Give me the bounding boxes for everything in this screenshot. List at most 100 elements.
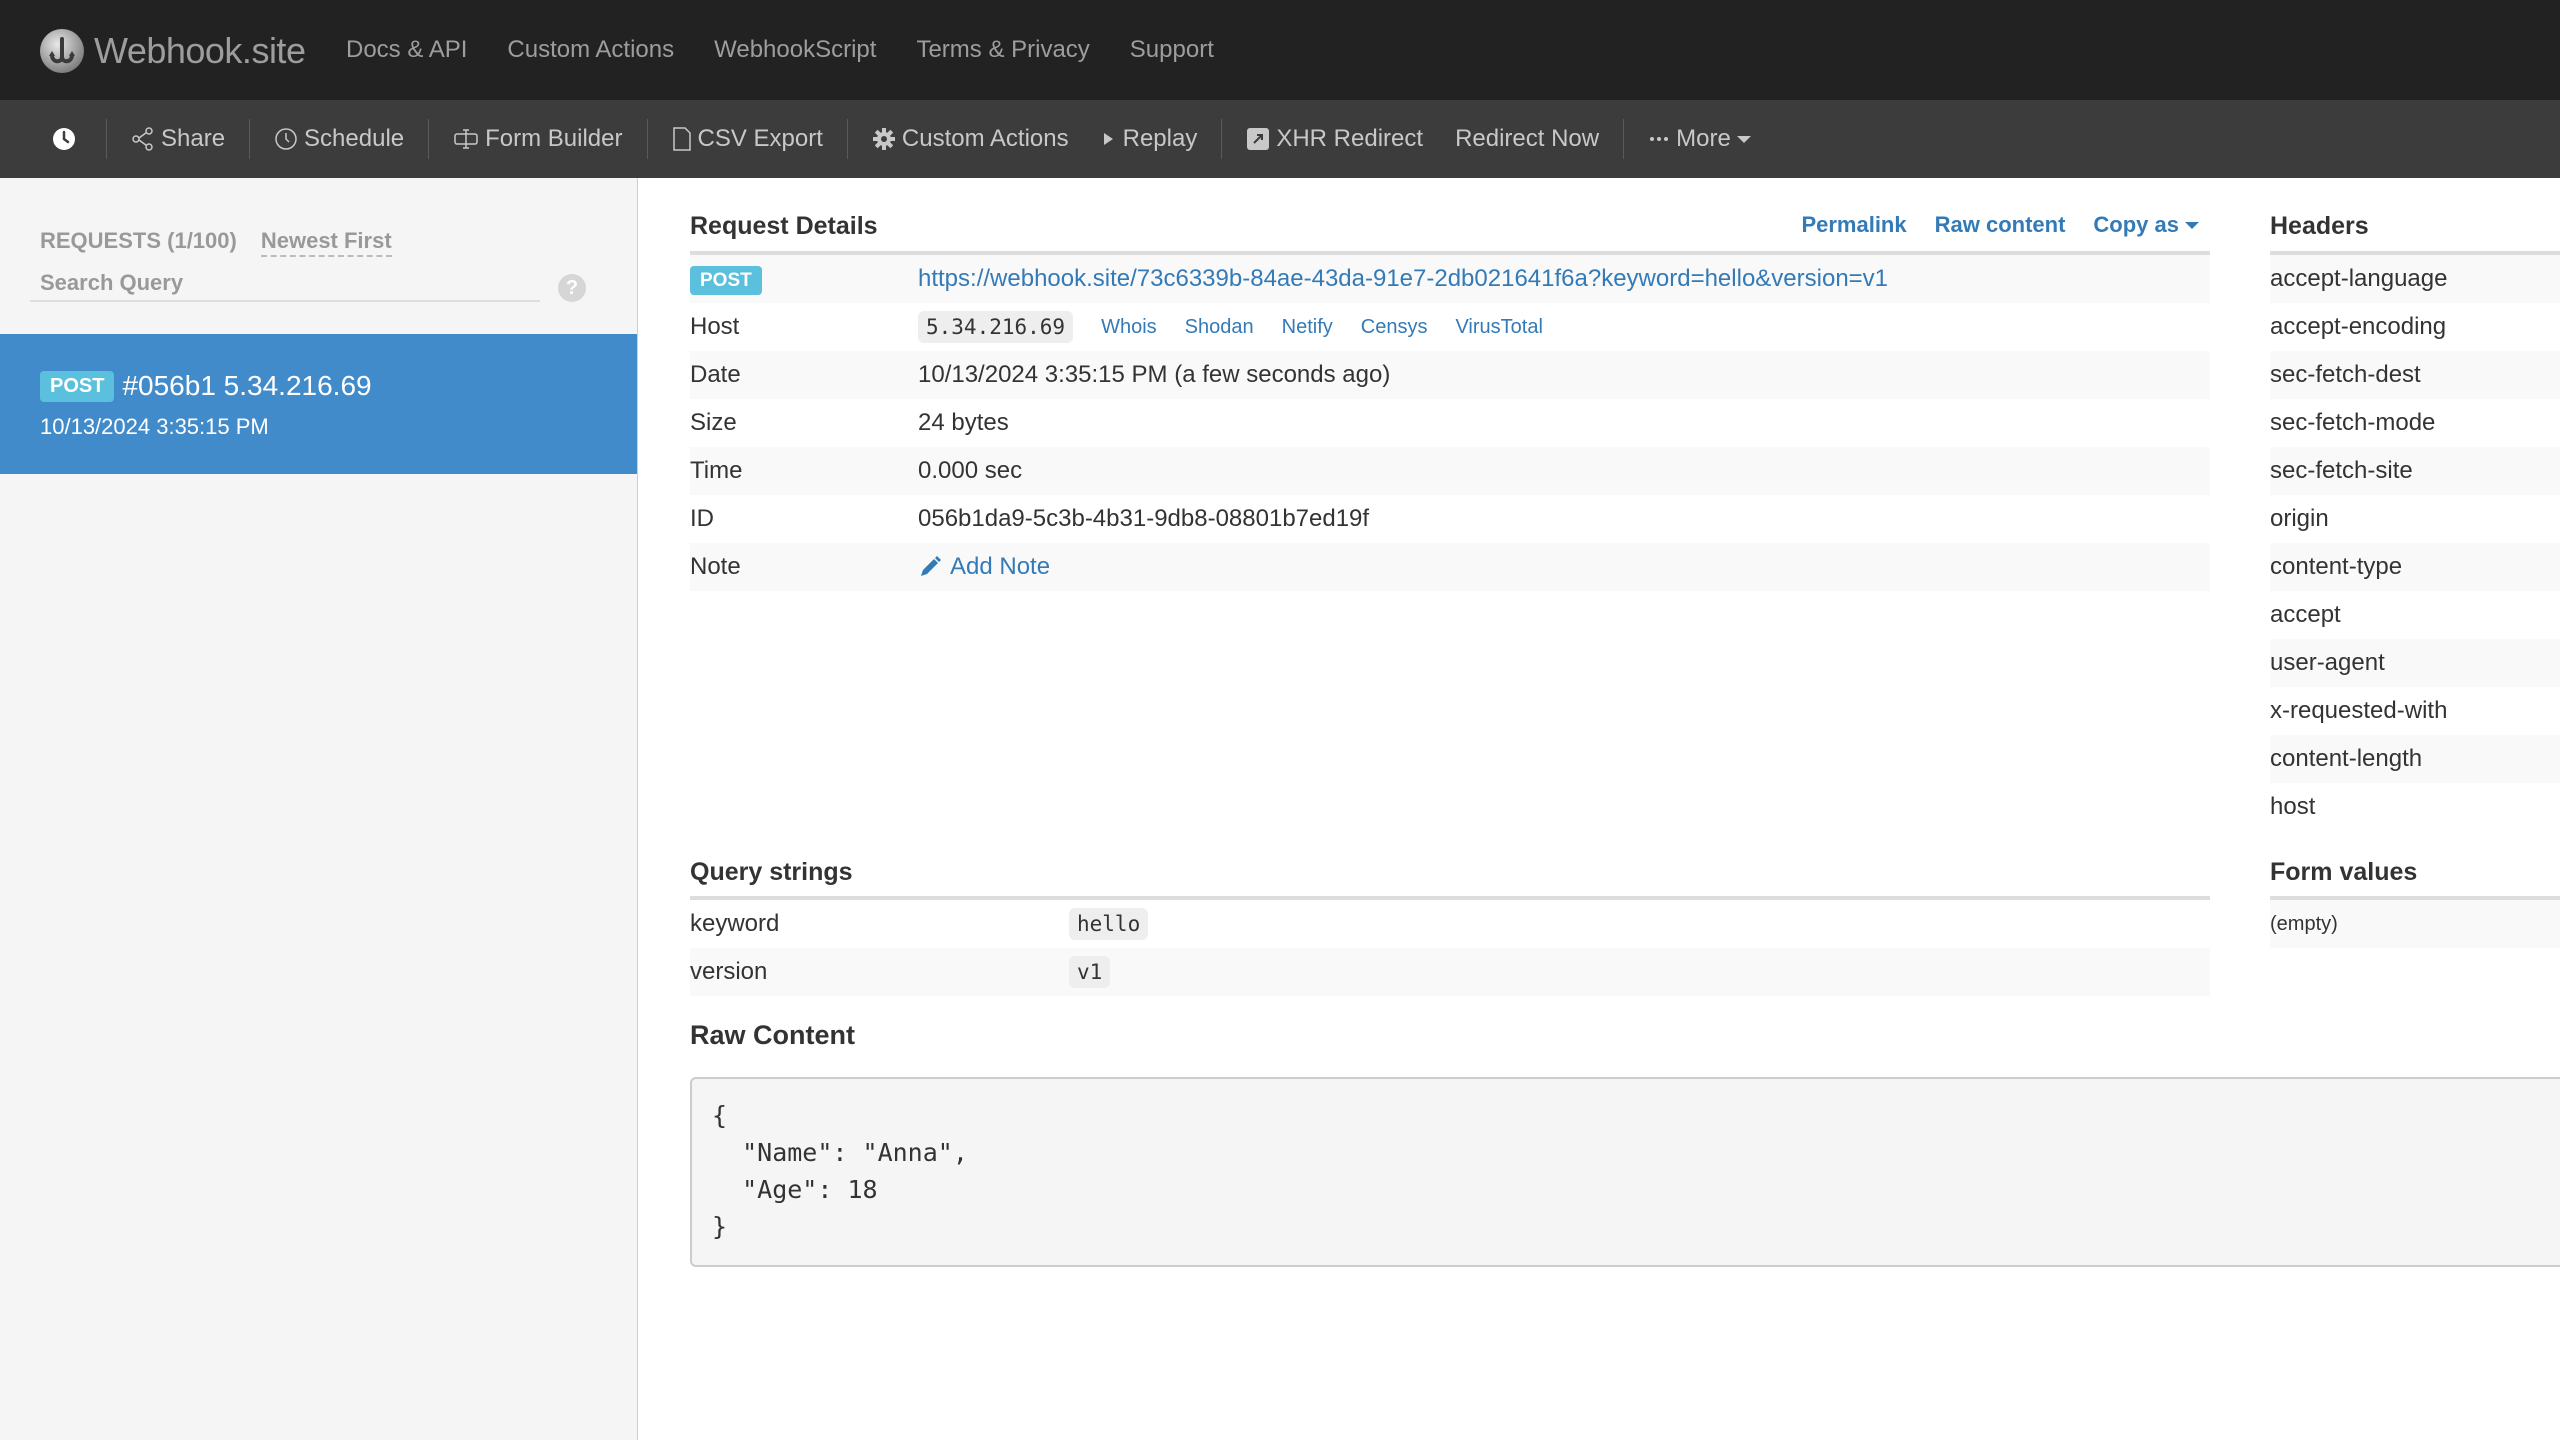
custom-actions-label: Custom Actions <box>901 125 1069 152</box>
virustotal-link[interactable]: VirusTotal <box>1455 316 1542 339</box>
custom-actions-button[interactable]: Custom Actions <box>872 100 1069 178</box>
toolbar: Share Schedule Form Builder CSV Export C… <box>0 100 2560 178</box>
schedule-button[interactable]: Schedule <box>274 100 404 178</box>
censys-link[interactable]: Censys <box>1361 316 1428 339</box>
toolbar-divider <box>1623 119 1625 159</box>
whois-link[interactable]: Whois <box>1101 316 1157 339</box>
toolbar-divider <box>1221 119 1223 159</box>
redirect-now-label: Redirect Now <box>1455 125 1600 152</box>
header-row: accept-encoding <box>2270 313 2447 340</box>
shodan-link[interactable]: Shodan <box>1185 316 1254 339</box>
query-key: version <box>690 958 768 985</box>
chevron-down-icon <box>2185 221 2199 229</box>
header-row: host <box>2270 793 2316 820</box>
nav-terms-privacy[interactable]: Terms & Privacy <box>916 36 1089 64</box>
request-list-item[interactable]: POST #056b1 5.34.216.69 10/13/2024 3:35:… <box>0 334 637 474</box>
form-values-title: Form values <box>2270 858 2418 886</box>
query-row: keyword hello <box>690 900 2210 948</box>
id-value: 056b1da9-5c3b-4b31-9db8-08801b7ed19f <box>918 505 1370 532</box>
query-value: hello <box>1069 908 1149 940</box>
csv-export-button[interactable]: CSV Export <box>672 100 823 178</box>
requests-header: REQUESTS (1/100) Newest First <box>40 228 392 257</box>
host-ip: 5.34.216.69 <box>918 311 1074 343</box>
requests-count: REQUESTS (1/100) <box>40 228 237 253</box>
share-label: Share <box>161 125 226 152</box>
raw-content-link[interactable]: Raw content <box>1935 212 2066 238</box>
nav-webhookscript[interactable]: WebhookScript <box>714 36 876 64</box>
top-navbar: Webhook.site Docs & API Custom Actions W… <box>0 0 2560 100</box>
time-value: 0.000 sec <box>918 457 1023 484</box>
copy-as-dropdown[interactable]: Copy as <box>2093 212 2199 238</box>
share-icon <box>131 127 155 151</box>
more-dropdown[interactable]: More <box>1648 100 1751 178</box>
raw-content-title: Raw Content <box>690 1020 855 1050</box>
header-row: sec-fetch-mode <box>2270 409 2436 436</box>
schedule-label: Schedule <box>304 125 405 152</box>
sort-order-toggle[interactable]: Newest First <box>260 228 392 257</box>
header-row: user-agent <box>2270 639 2560 687</box>
webhook-logo-icon <box>40 29 84 73</box>
file-icon <box>672 126 692 152</box>
request-url-link[interactable]: https://webhook.site/73c6339b-84ae-43da-… <box>918 265 1888 293</box>
detail-row-time: Time 0.000 sec <box>690 447 2210 495</box>
add-note-button[interactable]: Add Note <box>918 553 1050 581</box>
search-input[interactable] <box>30 266 540 302</box>
nav-custom-actions[interactable]: Custom Actions <box>507 36 674 64</box>
header-row: sec-fetch-dest <box>2270 351 2560 399</box>
method-badge: POST <box>690 266 762 295</box>
history-button[interactable] <box>52 100 82 178</box>
main-content: Request Details Permalink Raw content Co… <box>639 178 2560 1440</box>
brand-name: Webhook.site <box>94 30 306 71</box>
request-date: 10/13/2024 3:35:15 PM <box>40 414 269 439</box>
query-key: keyword <box>690 910 780 937</box>
clock-icon <box>52 127 76 151</box>
toolbar-divider <box>106 119 107 159</box>
request-details-table: POST https://webhook.site/73c6339b-84ae-… <box>690 255 2210 591</box>
query-row: version v1 <box>690 948 2210 996</box>
detail-row-note: Note Add Note <box>690 543 2210 591</box>
redirect-now-button[interactable]: Redirect Now <box>1455 100 1599 178</box>
form-values-empty: (empty) <box>2270 900 2560 948</box>
query-strings-title: Query strings <box>690 858 853 886</box>
header-row: sec-fetch-site <box>2270 447 2560 495</box>
external-link-icon <box>1246 127 1270 151</box>
share-button[interactable]: Share <box>131 100 225 178</box>
gear-icon <box>872 127 896 151</box>
detail-row-host: Host 5.34.216.69 Whois Shodan Netify Cen… <box>690 303 2210 351</box>
detail-row-date: Date 10/13/2024 3:35:15 PM (a few second… <box>690 351 2210 399</box>
replay-button[interactable]: Replay <box>1101 100 1198 178</box>
header-row: x-requested-with <box>2270 697 2448 724</box>
play-icon <box>1101 127 1117 151</box>
toolbar-divider <box>249 119 251 159</box>
header-row: accept-language <box>2270 255 2560 303</box>
form-builder-button[interactable]: Form Builder <box>453 100 623 178</box>
help-icon[interactable]: ? <box>558 274 586 302</box>
chevron-down-icon <box>1736 135 1751 143</box>
request-title: #056b1 5.34.216.69 <box>122 370 372 401</box>
detail-row-id: ID 056b1da9-5c3b-4b31-9db8-08801b7ed19f <box>690 495 2210 543</box>
raw-content-box: { "Name": "Anna", "Age": 18 } <box>690 1077 2560 1267</box>
detail-row-size: Size 24 bytes <box>690 399 2210 447</box>
netify-link[interactable]: Netify <box>1282 316 1333 339</box>
pencil-icon <box>918 555 942 579</box>
nav-support[interactable]: Support <box>1130 36 1214 64</box>
xhr-redirect-label: XHR Redirect <box>1276 125 1424 152</box>
brand[interactable]: Webhook.site <box>40 28 306 74</box>
size-value: 24 bytes <box>918 409 1009 436</box>
xhr-redirect-button[interactable]: XHR Redirect <box>1246 100 1423 178</box>
nav-docs-api[interactable]: Docs & API <box>346 36 467 64</box>
permalink-link[interactable]: Permalink <box>1801 212 1906 238</box>
toolbar-divider <box>846 119 848 159</box>
header-row: content-length <box>2270 735 2560 783</box>
date-value: 10/13/2024 3:35:15 PM (a few seconds ago… <box>918 361 1391 388</box>
headers-title: Headers <box>2270 212 2369 240</box>
header-row: accept <box>2270 601 2341 628</box>
replay-label: Replay <box>1122 125 1198 152</box>
header-row: origin <box>2270 505 2329 532</box>
detail-row-url: POST https://webhook.site/73c6339b-84ae-… <box>690 255 2210 303</box>
clock-outline-icon <box>274 127 298 151</box>
nav-links: Docs & API Custom Actions WebhookScript … <box>346 0 1254 100</box>
query-value: v1 <box>1069 956 1111 988</box>
raw-content-body: { "Name": "Anna", "Age": 18 } <box>712 1101 968 1241</box>
toolbar-divider <box>646 119 648 159</box>
